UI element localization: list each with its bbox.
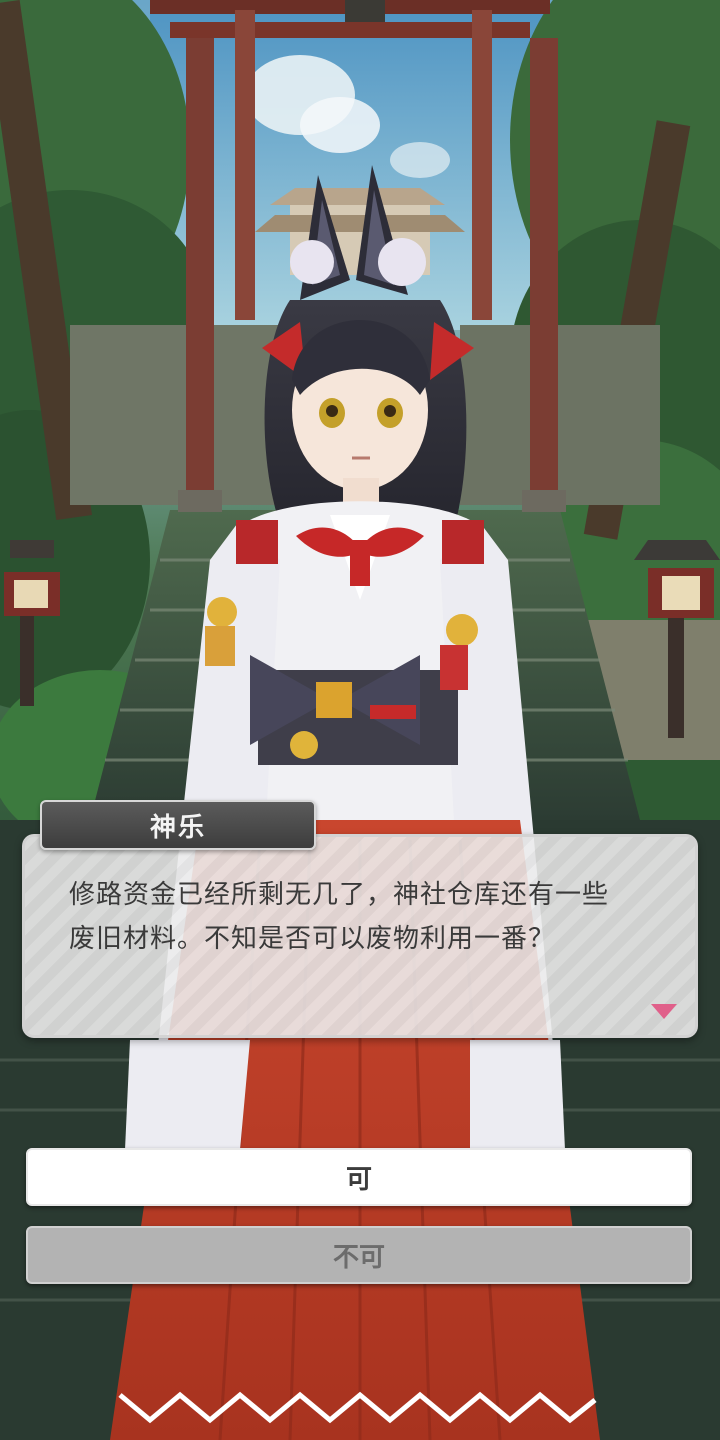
scene-background	[0, 0, 720, 1440]
choice-button-yes[interactable]: 可	[26, 1148, 692, 1206]
triangle-down-icon[interactable]	[651, 1004, 677, 1019]
speaker-name-tag: 神乐	[40, 800, 316, 850]
speaker-name: 神乐	[149, 812, 206, 843]
game-scene[interactable]: 修路资金已经所剩无几了，神社仓库还有一些 废旧材料。不知是否可以废物利用一番？ …	[0, 0, 720, 1440]
dialogue-text: 修路资金已经所剩无几了，神社仓库还有一些 废旧材料。不知是否可以废物利用一番？	[69, 880, 610, 954]
dialogue-box[interactable]: 修路资金已经所剩无几了，神社仓库还有一些 废旧材料。不知是否可以废物利用一番？	[22, 834, 698, 1038]
choice-button-no[interactable]: 不可	[26, 1226, 692, 1284]
